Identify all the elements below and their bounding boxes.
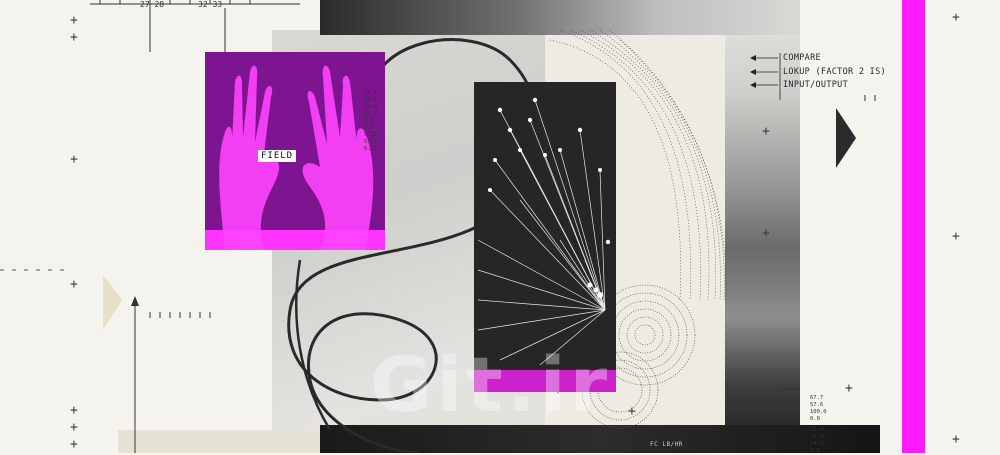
readout-value: 67.7 <box>810 395 824 401</box>
plus-icon: + <box>845 381 853 396</box>
readout-value: 100.0 <box>810 409 827 415</box>
plus-icon: + <box>70 277 78 292</box>
plus-icon: + <box>762 226 770 241</box>
plus-icon: + <box>70 13 78 28</box>
numeric-readout: 67.7 57.6 100.0 0.0 21.4 21.3 24.9 0.0 <box>810 395 827 455</box>
plus-icon: + <box>952 229 960 244</box>
readout-value: 57.6 <box>810 402 824 408</box>
plus-icon: + <box>70 420 78 435</box>
plus-icon: + <box>70 152 78 167</box>
field-label: FIELD <box>258 150 297 162</box>
ruler-number: 32 33 <box>198 0 223 9</box>
plus-icon: + <box>762 124 770 139</box>
plus-icon: + <box>952 10 960 25</box>
plus-icon: + <box>952 432 960 447</box>
plus-icon: + <box>70 30 78 45</box>
readout-value: 0.0 <box>810 448 820 454</box>
watermark-text: Git.ir <box>370 340 612 429</box>
readout-value: 24.9 <box>810 441 824 447</box>
readout-value: 21.3 <box>810 434 824 440</box>
plus-icon: + <box>70 403 78 418</box>
ray-burst <box>477 97 611 366</box>
callout-compare: COMPARE <box>783 53 821 63</box>
bottom-caption: FC LB/HR <box>650 441 683 448</box>
ruler-number: 27 28 <box>140 0 165 9</box>
plus-icon: + <box>628 404 636 419</box>
hands-panel-readout: 25.1 24.4 24.4 25.7 4.4 5.3 5.13 5.13 5.13 <box>364 90 378 152</box>
plus-icon: + <box>70 437 78 452</box>
readout-value: 21.4 <box>810 427 824 433</box>
readout-value: 0.0 <box>810 416 820 422</box>
callout-lookup: LOKUP (FACTOR 2 IS) <box>783 67 886 77</box>
callout-input-output: INPUT/OUTPUT <box>783 80 849 90</box>
